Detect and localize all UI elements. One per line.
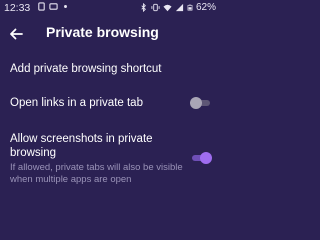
- signal-icon: [175, 3, 184, 12]
- wifi-icon: [163, 4, 172, 12]
- dot-icon: [64, 5, 67, 8]
- battery-icon: [187, 4, 193, 11]
- status-icons-right: 62%: [139, 2, 216, 13]
- allow-screenshots-toggle[interactable]: [190, 152, 212, 164]
- open-links-toggle[interactable]: [190, 97, 212, 109]
- toggle-thumb: [190, 97, 202, 109]
- vibrate-icon: [151, 3, 160, 12]
- allow-screenshots-summary: If allowed, private tabs will also be vi…: [10, 162, 183, 185]
- open-links-title: Open links in a private tab: [10, 97, 143, 109]
- add-shortcut-title: Add private browsing shortcut: [10, 63, 162, 75]
- arrow-left-icon[interactable]: [6, 24, 26, 44]
- status-icons-left: [37, 2, 70, 11]
- notification-icon: [49, 3, 58, 10]
- status-time: 12:33: [4, 2, 31, 14]
- page-title: Private browsing: [46, 24, 159, 40]
- allow-screenshots-title: Allow screenshots in private browsing: [10, 133, 153, 159]
- toggle-thumb: [200, 152, 212, 164]
- allow-screenshots-item[interactable]: Allow screenshots in private browsing If…: [10, 132, 212, 192]
- add-private-browsing-shortcut-item[interactable]: Add private browsing shortcut: [10, 62, 212, 76]
- app-bar: Private browsing: [0, 16, 220, 52]
- battery-percent: 62%: [195, 2, 216, 13]
- sim-icon: [38, 2, 45, 11]
- bluetooth-icon: [141, 3, 146, 12]
- status-bar: 12:33 62%: [0, 0, 220, 16]
- open-links-private-tab-item[interactable]: Open links in a private tab: [10, 96, 212, 110]
